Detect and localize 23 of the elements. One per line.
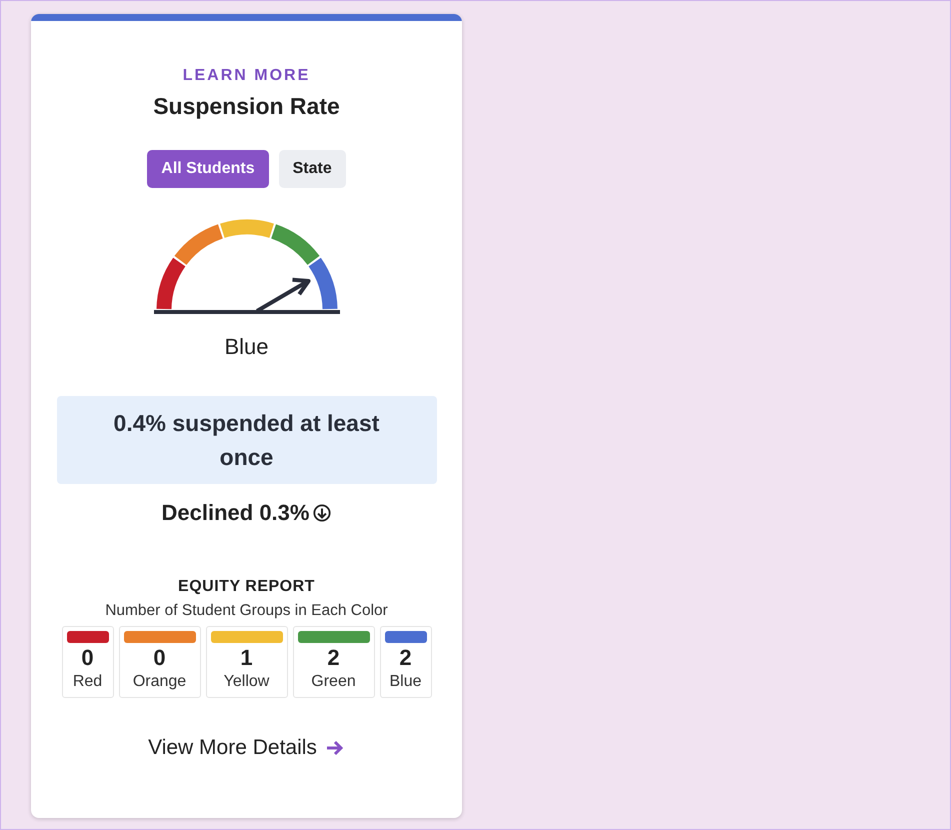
group-label: Blue [389,673,422,691]
filter-tab[interactable]: All Students [147,150,269,188]
group-count: 2 [327,645,340,671]
group-label: Yellow [224,673,270,691]
arrow-circle-icon [313,504,332,522]
group-label: Green [311,673,356,691]
group-count: 2 [399,645,412,671]
equity-heading: EQUITY REPORT [178,578,315,596]
filter-tab[interactable]: State [278,150,346,188]
card-title: Suspension Rate [153,93,340,120]
group-label: Orange [132,673,186,691]
gauge-needle [256,278,310,313]
change-text: Declined 0.3% [162,500,310,526]
learn-more-link[interactable]: LEARN MORE [182,67,310,85]
equity-subheading: Number of Student Groups in Each Color [105,602,388,620]
group-count: 1 [240,645,253,671]
group-count: 0 [81,645,94,671]
group-count: 0 [153,645,166,671]
group-label: Red [72,673,102,691]
summary-banner: 0.4% suspended at least once [56,396,436,484]
status-label: Blue [224,334,269,360]
view-details-link[interactable]: View More Details [148,736,345,760]
arrow-right-icon [324,739,345,757]
